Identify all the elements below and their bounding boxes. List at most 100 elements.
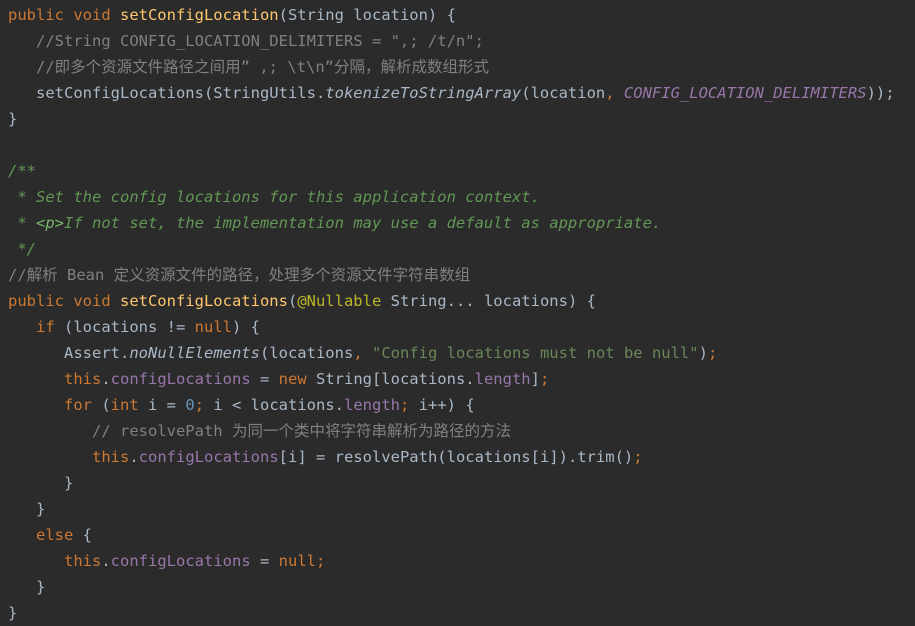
code-token: "Config locations must not be null" [371,344,699,362]
code-line: } [0,574,915,600]
code-line: public void setConfigLocations(@Nullable… [0,288,915,314]
code-token: i++) { [418,396,475,414]
code-token: ( [92,396,111,414]
code-token: } [8,474,74,492]
code-token: /** [8,162,36,180]
code-token: ) [698,344,708,362]
code-token: ; [400,396,419,414]
code-token: length [474,370,531,388]
code-line: if (locations != null) { [0,314,915,340]
code-line: } [0,496,915,522]
code-token: ] [530,370,540,388]
code-token: null [194,318,232,336]
code-line: for (int i = 0; i < locations.length; i+… [0,392,915,418]
code-token: ; [539,370,550,388]
code-line: else { [0,522,915,548]
code-line: * Set the config locations for this appl… [0,184,915,210]
code-editor[interactable]: public void setConfigLocation(String loc… [0,0,915,626]
code-token: // resolvePath 为同一个类中将字符串解析为路径的方法 [8,422,511,440]
code-token: configLocations [110,370,251,388]
code-token: )); [866,84,895,102]
code-line: // resolvePath 为同一个类中将字符串解析为路径的方法 [0,418,915,444]
code-token: setConfigLocations(StringUtils. [8,84,326,102]
code-token: */ [8,240,36,258]
code-token: * [8,214,36,232]
code-line: this.configLocations = null; [0,548,915,574]
code-token: . [101,370,111,388]
code-token: ; [707,344,718,362]
code-token: { [73,526,92,544]
code-token: setConfigLocations [119,292,288,310]
code-token: if [36,318,55,336]
code-token: @Nullable [297,292,382,310]
code-token: } [8,578,46,596]
code-token: public void [8,6,120,24]
code-token: , [605,84,624,102]
code-token: ; [633,448,643,466]
code-token: ( [287,292,298,310]
code-line: setConfigLocations(StringUtils.tokenizeT… [0,80,915,106]
code-line: } [0,600,915,626]
code-token: for [64,396,92,414]
code-token: configLocations [110,552,251,570]
code-token: = [250,552,279,570]
code-line: this.configLocations = new String[locati… [0,366,915,392]
code-token: public void [8,292,120,310]
code-token: (locations != [54,318,195,336]
code-token: length [344,396,401,414]
code-token: } [8,110,18,128]
code-token: i < locations. [213,396,345,414]
code-token: noNullElements [129,344,260,362]
code-token: configLocations [138,448,279,466]
code-token: ; [194,396,214,414]
code-token: 0 [185,396,195,414]
code-line: Assert.noNullElements(locations, "Config… [0,340,915,366]
code-token: String[locations. [306,370,475,388]
code-line: * <p>If not set, the implementation may … [0,210,915,236]
code-token: //String CONFIG_LOCATION_DELIMITERS = ",… [8,32,484,50]
code-token: this [92,448,130,466]
code-token: } [8,604,18,622]
code-line: //String CONFIG_LOCATION_DELIMITERS = ",… [0,28,915,54]
code-token: //即多个资源文件路径之间用” ,; \t\n”分隔，解析成数组形式 [8,58,489,76]
code-token: setConfigLocation [119,6,279,24]
code-token: If not set, the implementation may use a… [64,214,662,232]
code-line: //解析 Bean 定义资源文件的路径，处理多个资源文件字符串数组 [0,262,915,288]
code-token: = [250,370,279,388]
code-token: . [101,552,111,570]
code-token: this [64,552,102,570]
code-token: ; [315,552,326,570]
code-token: . [129,448,139,466]
code-token: [i] = resolvePath(locations[i]).trim() [278,448,634,466]
code-token: null [278,552,316,570]
code-token: (location [521,84,606,102]
code-token: tokenizeToStringArray [325,84,522,102]
code-line: */ [0,236,915,262]
code-token: this [64,370,102,388]
code-token: String... locations) { [381,292,596,310]
code-token: , [353,344,372,362]
code-line: /** [0,158,915,184]
code-line: this.configLocations[i] = resolvePath(lo… [0,444,915,470]
code-token: * Set the config locations for this appl… [8,188,540,206]
code-line: //即多个资源文件路径之间用” ,; \t\n”分隔，解析成数组形式 [0,54,915,80]
code-token: int [110,396,139,414]
code-line: } [0,106,915,132]
code-token: (String location) { [278,6,456,24]
code-token: ) { [231,318,260,336]
code-line: public void setConfigLocation(String loc… [0,2,915,28]
code-token: //解析 Bean 定义资源文件的路径，处理多个资源文件字符串数组 [8,266,471,284]
code-token: new [278,370,307,388]
code-token: i = [138,396,186,414]
code-token: CONFIG_LOCATION_DELIMITERS [623,84,867,102]
code-line: } [0,470,915,496]
code-token: <p> [36,214,64,232]
code-token: (locations [259,344,354,362]
